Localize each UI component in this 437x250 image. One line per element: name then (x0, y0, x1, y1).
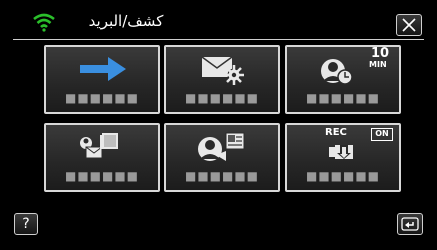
tile-mail-settings[interactable]: ■■■■■■ (164, 45, 280, 114)
tile-rec-start[interactable]: REC ON ■■■■■■ (285, 123, 401, 192)
mail-gear-icon (201, 56, 244, 85)
interval-value: 10 (371, 46, 390, 61)
tile-label: ■■■■■■ (184, 169, 260, 183)
tile-label: ■■■■■■ (305, 91, 381, 105)
on-badge: ON (371, 128, 393, 141)
tile-label: ■■■■■■ (64, 91, 140, 105)
interval-unit: MIN (369, 60, 387, 69)
title-bar: كشف/البريد (0, 0, 437, 40)
close-button[interactable] (396, 14, 422, 36)
person-mail-book-icon (80, 133, 118, 159)
page-title: كشف/البريد (88, 12, 164, 30)
tile-face-detect[interactable]: ■■■■■■ (164, 123, 280, 192)
tile-label: ■■■■■■ (305, 169, 381, 183)
right-arrow-icon (80, 57, 126, 81)
tile-detect-interval[interactable]: 10 MIN ■■■■■■ (285, 45, 401, 114)
tile-arrow[interactable]: ■■■■■■ (44, 45, 160, 114)
person-photo-icon (198, 132, 245, 161)
tile-mail-address[interactable]: ■■■■■■ (44, 123, 160, 192)
back-button[interactable] (397, 213, 423, 235)
rec-label: REC (325, 127, 347, 138)
tile-label: ■■■■■■ (64, 169, 140, 183)
help-button[interactable]: ? (14, 213, 38, 235)
divider (13, 39, 424, 40)
wifi-icon (33, 13, 55, 32)
tile-label: ■■■■■■ (184, 91, 260, 105)
close-icon (402, 18, 416, 32)
return-icon (401, 217, 419, 231)
